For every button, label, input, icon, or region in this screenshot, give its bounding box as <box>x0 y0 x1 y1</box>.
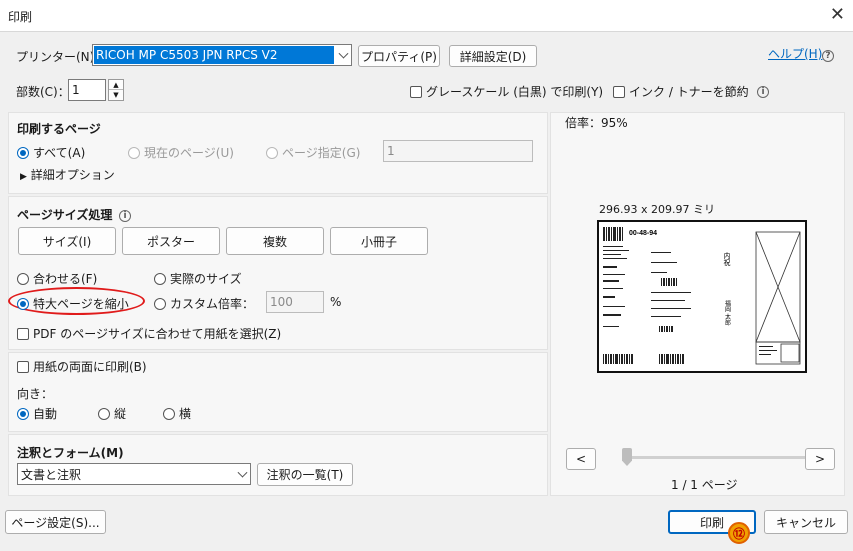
more-options-label: 詳細オプション <box>30 168 115 182</box>
save-ink-option[interactable]: インク / トナーを節約 <box>613 83 749 100</box>
expand-triangle-icon: ▶ <box>20 172 27 182</box>
pages-all-option[interactable]: すべて(A) <box>17 144 85 161</box>
pages-range-radio[interactable] <box>266 147 278 159</box>
copies-stepper[interactable]: ▲ ▼ <box>108 79 124 101</box>
help-icon-wrap: ? <box>822 46 834 62</box>
step-number-badge: ⑫ <box>728 522 750 544</box>
printer-selected-value: RICOH MP C5503 JPN RPCS V2 <box>94 46 334 64</box>
annotations-select[interactable]: 文書と注釈 <box>17 463 251 485</box>
pages-current-option[interactable]: 現在のページ(U) <box>128 144 234 161</box>
preview-scale: 倍率：95% <box>565 116 628 130</box>
chevron-down-icon <box>338 48 349 59</box>
help-link[interactable]: ヘルプ(H) <box>768 45 822 62</box>
advanced-button[interactable]: 詳細設定(D) <box>449 45 537 67</box>
pages-range-input[interactable]: 1 <box>383 140 533 162</box>
annotations-summary-button[interactable]: 注釈の一覧(T) <box>257 463 353 486</box>
printer-select[interactable]: RICOH MP C5503 JPN RPCS V2 <box>92 44 352 66</box>
fit-option[interactable]: 合わせる(F) <box>17 270 97 287</box>
preview-page-counter: 1 / 1 ページ <box>671 478 738 492</box>
orientation-portrait-option[interactable]: 縦 <box>98 405 126 422</box>
info-icon[interactable]: i <box>119 210 131 222</box>
pages-range-option[interactable]: ページ指定(G) <box>266 144 360 161</box>
orientation-portrait-radio[interactable] <box>98 408 110 420</box>
annotations-section-title: 注釈とフォーム(M) <box>17 446 124 460</box>
preview-doc-date: 00-48-94 <box>629 230 657 237</box>
preview-doc-text-2: 福岡 太郎 <box>724 299 731 327</box>
preview-page: 00-48-94 内祝 福岡 太郎 <box>597 220 807 373</box>
pages-range-label: ページ指定(G) <box>282 146 361 160</box>
preview-document-graphic: 00-48-94 内祝 福岡 太郎 <box>600 223 804 370</box>
stepper-down-icon[interactable]: ▼ <box>109 90 123 100</box>
grayscale-option[interactable]: グレースケール (白黒) で印刷(Y) <box>410 83 603 100</box>
tab-booklet[interactable]: 小冊子 <box>330 227 428 255</box>
save-ink-label: インク / トナーを節約 <box>629 85 749 99</box>
orientation-auto-option[interactable]: 自動 <box>17 405 57 422</box>
title-bar: 印刷 ✕ <box>0 0 853 32</box>
properties-button[interactable]: プロパティ(P) <box>358 45 440 67</box>
copies-input[interactable]: 1 <box>68 79 106 101</box>
pages-section-title: 印刷するページ <box>17 122 101 136</box>
duplex-checkbox[interactable] <box>17 361 29 373</box>
grayscale-label: グレースケール (白黒) で印刷(Y) <box>426 85 604 99</box>
close-icon[interactable]: ✕ <box>830 4 845 25</box>
orientation-landscape-option[interactable]: 横 <box>163 405 191 422</box>
preview-prev-button[interactable]: < <box>566 448 596 470</box>
pages-all-radio[interactable] <box>17 147 29 159</box>
custom-scale-label: カスタム倍率： <box>170 297 255 311</box>
shrink-radio[interactable] <box>17 298 29 310</box>
cancel-button[interactable]: キャンセル <box>764 510 848 534</box>
preview-slider-track[interactable] <box>622 456 808 459</box>
custom-scale-radio[interactable] <box>154 298 166 310</box>
sizing-info-wrap: i <box>119 206 131 222</box>
annotations-selected-value: 文書と注釈 <box>21 467 82 482</box>
copies-label: 部数(C)： <box>16 85 70 99</box>
fit-label: 合わせる(F) <box>33 272 98 286</box>
orientation-auto-radio[interactable] <box>17 408 29 420</box>
custom-scale-option[interactable]: カスタム倍率： <box>154 295 254 312</box>
duplex-option[interactable]: 用紙の両面に印刷(B) <box>17 358 147 375</box>
choose-paper-label: PDF のページサイズに合わせて用紙を選択(Z) <box>33 327 282 341</box>
choose-paper-checkbox[interactable] <box>17 328 29 340</box>
help-icon[interactable]: ? <box>822 50 834 62</box>
tab-size[interactable]: サイズ(I) <box>18 227 116 255</box>
preview-next-button[interactable]: > <box>805 448 835 470</box>
orientation-auto-label: 自動 <box>33 407 58 421</box>
preview-doc-text-1: 内祝 <box>723 251 731 267</box>
window-title: 印刷 <box>8 10 33 24</box>
pages-current-radio[interactable] <box>128 147 140 159</box>
tab-multiple[interactable]: 複数 <box>226 227 324 255</box>
orientation-landscape-label: 横 <box>179 407 192 421</box>
page-setup-button[interactable]: ページ設定(S)... <box>5 510 106 534</box>
preview-dimensions: 296.93 x 209.97 ミリ <box>599 203 715 216</box>
choose-paper-option[interactable]: PDF のページサイズに合わせて用紙を選択(Z) <box>17 325 281 342</box>
duplex-label: 用紙の両面に印刷(B) <box>33 360 147 374</box>
save-ink-info-wrap: i <box>757 82 769 98</box>
pages-all-label: すべて(A) <box>33 146 86 160</box>
pages-current-label: 現在のページ(U) <box>144 146 234 160</box>
more-options-toggle[interactable]: ▶ 詳細オプション <box>20 166 115 183</box>
shrink-label: 特大ページを縮小 <box>33 297 129 311</box>
percent-label: % <box>330 295 342 309</box>
stepper-up-icon[interactable]: ▲ <box>109 80 123 90</box>
orientation-landscape-radio[interactable] <box>163 408 175 420</box>
tab-poster[interactable]: ポスター <box>122 227 220 255</box>
orientation-label: 向き： <box>17 387 54 401</box>
actual-size-radio[interactable] <box>154 273 166 285</box>
info-icon[interactable]: i <box>757 86 769 98</box>
custom-scale-input[interactable]: 100 <box>266 291 324 313</box>
shrink-option[interactable]: 特大ページを縮小 <box>17 295 129 312</box>
actual-size-label: 実際のサイズ <box>170 272 242 286</box>
grayscale-checkbox[interactable] <box>410 86 422 98</box>
actual-size-option[interactable]: 実際のサイズ <box>154 270 242 287</box>
sizing-section-title: ページサイズ処理 <box>17 208 113 222</box>
fit-radio[interactable] <box>17 273 29 285</box>
save-ink-checkbox[interactable] <box>613 86 625 98</box>
chevron-down-icon <box>237 467 248 478</box>
orientation-portrait-label: 縦 <box>114 407 127 421</box>
